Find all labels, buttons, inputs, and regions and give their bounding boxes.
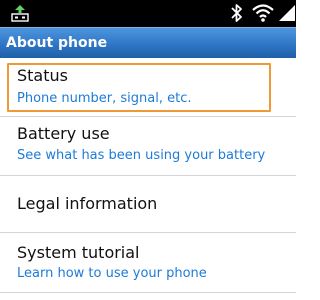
signal-icon bbox=[279, 5, 295, 21]
item-title: Battery use bbox=[17, 124, 110, 143]
bluetooth-icon bbox=[231, 4, 242, 22]
item-title: System tutorial bbox=[17, 243, 140, 262]
title-bar: About phone bbox=[0, 27, 296, 58]
usb-debug-icon bbox=[11, 5, 29, 22]
list-item-battery-use[interactable]: Battery use See what has been using your… bbox=[0, 117, 296, 175]
item-subtitle: See what has been using your battery bbox=[17, 148, 266, 163]
list-item-system-tutorial[interactable]: System tutorial Learn how to use your ph… bbox=[0, 233, 296, 293]
item-title: Status bbox=[17, 66, 68, 85]
wifi-icon bbox=[252, 4, 274, 22]
status-bar bbox=[0, 0, 296, 27]
item-subtitle: Phone number, signal, etc. bbox=[17, 91, 192, 106]
divider bbox=[0, 292, 296, 293]
item-subtitle: Learn how to use your phone bbox=[17, 266, 207, 281]
page-title: About phone bbox=[6, 35, 108, 51]
list-item-legal-information[interactable]: Legal information bbox=[0, 176, 296, 232]
item-title: Legal information bbox=[17, 194, 158, 213]
